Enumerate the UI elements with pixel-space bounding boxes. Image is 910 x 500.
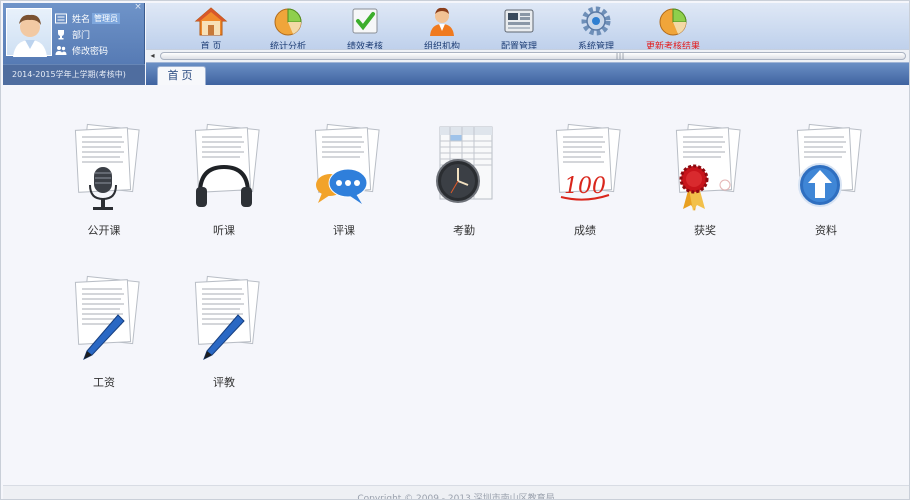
pie-chart-icon: [274, 8, 302, 36]
scrollbar-thumb[interactable]: |||: [160, 52, 906, 60]
upload-arrow-icon: [796, 123, 862, 207]
user-panel: × 姓名 管理员 部门 修改密码 2014-2015学年上学期(考核中): [3, 3, 145, 85]
app-window: × 姓名 管理员 部门 修改密码 2014-2015学年上学期(考核中) 首 页…: [0, 0, 910, 500]
module-label: 评课: [333, 224, 355, 237]
tab-bar: 首页: [146, 63, 909, 85]
pie-chart-icon: [659, 8, 687, 36]
trophy-icon: [58, 29, 64, 39]
toolbar-item-home[interactable]: 首 页: [176, 6, 246, 50]
avatar: [6, 8, 52, 57]
module-label: 公开课: [87, 224, 121, 237]
toolbar-item-statistics[interactable]: 统计分析: [253, 6, 323, 50]
tab-home[interactable]: 首页: [157, 66, 206, 85]
users-icon: [55, 45, 67, 55]
toolbar-item-performance[interactable]: 绩效考核: [330, 6, 400, 50]
pen-icon: [194, 275, 260, 361]
user-avatar-icon: [13, 14, 47, 57]
module-attendance[interactable]: 考勤: [419, 123, 509, 237]
module-listen-class[interactable]: 听课: [179, 123, 269, 237]
change-password-link[interactable]: 修改密码: [55, 43, 108, 57]
award-ribbon-icon: [675, 123, 741, 211]
name-card-icon: [55, 13, 67, 23]
module-grid: 公开课 听课 评课 考勤 100 成绩 获奖 资料 工资 评教: [3, 85, 909, 483]
home-icon: [194, 7, 228, 36]
copyright-text: Copyright © 2009 - 2013 深圳市南山区教育局: [357, 494, 555, 499]
module-label: 获奖: [694, 224, 716, 237]
module-open-class[interactable]: 公开课: [59, 123, 149, 237]
department-label: 部门: [72, 30, 91, 41]
score-text: 100: [564, 174, 606, 199]
main-toolbar: 首 页 统计分析 绩效考核 组织机构 配置管理 系统管理 更新考核结果 ◂ ||…: [146, 3, 909, 63]
module-label: 考勤: [453, 224, 475, 237]
module-label: 成绩: [574, 224, 596, 237]
module-salary[interactable]: 工资: [59, 275, 149, 389]
toolbar-item-configuration[interactable]: 配置管理: [484, 6, 554, 50]
user-name-row: 姓名 管理员: [55, 11, 121, 25]
clock-icon: [436, 126, 493, 203]
module-label: 资料: [815, 224, 837, 237]
chat-bubble-icon: [314, 123, 380, 204]
gear-icon: [581, 6, 611, 36]
toolbar-item-system[interactable]: 系统管理: [561, 6, 631, 50]
scrollbar-grip-icon: |||: [616, 53, 626, 60]
config-icon: [504, 9, 534, 33]
toolbar-item-organization[interactable]: 组织机构: [407, 6, 477, 50]
microphone-icon: [74, 123, 140, 210]
module-awards[interactable]: 获奖: [660, 123, 750, 237]
module-teaching-evaluation[interactable]: 评教: [179, 275, 269, 389]
department-row: 部门: [55, 27, 90, 41]
toolbar-scrollbar[interactable]: ◂ |||: [146, 49, 909, 62]
checkbox-icon: [352, 8, 378, 34]
semester-status: 2014-2015学年上学期(考核中): [3, 64, 145, 85]
person-icon: [430, 7, 454, 36]
change-password-label[interactable]: 修改密码: [72, 44, 108, 57]
module-materials[interactable]: 资料: [781, 123, 871, 237]
footer: Copyright © 2009 - 2013 深圳市南山区教育局: [3, 485, 909, 499]
module-label: 听课: [213, 224, 235, 237]
module-label: 工资: [93, 376, 115, 389]
user-name-value: 管理员: [92, 12, 121, 24]
scroll-left-arrow-icon[interactable]: ◂: [148, 51, 157, 61]
pen-icon: [74, 275, 140, 361]
module-scores[interactable]: 100 成绩: [540, 123, 630, 237]
module-review-class[interactable]: 评课: [299, 123, 389, 237]
score-100-icon: 100: [555, 123, 621, 201]
headphones-icon: [194, 123, 260, 207]
module-label: 评教: [213, 376, 235, 389]
name-label: 姓名: [72, 14, 91, 25]
toolbar-item-update-results[interactable]: 更新考核结果: [638, 6, 708, 50]
close-icon[interactable]: ×: [133, 3, 143, 12]
header: × 姓名 管理员 部门 修改密码 2014-2015学年上学期(考核中) 首 页…: [3, 3, 909, 85]
